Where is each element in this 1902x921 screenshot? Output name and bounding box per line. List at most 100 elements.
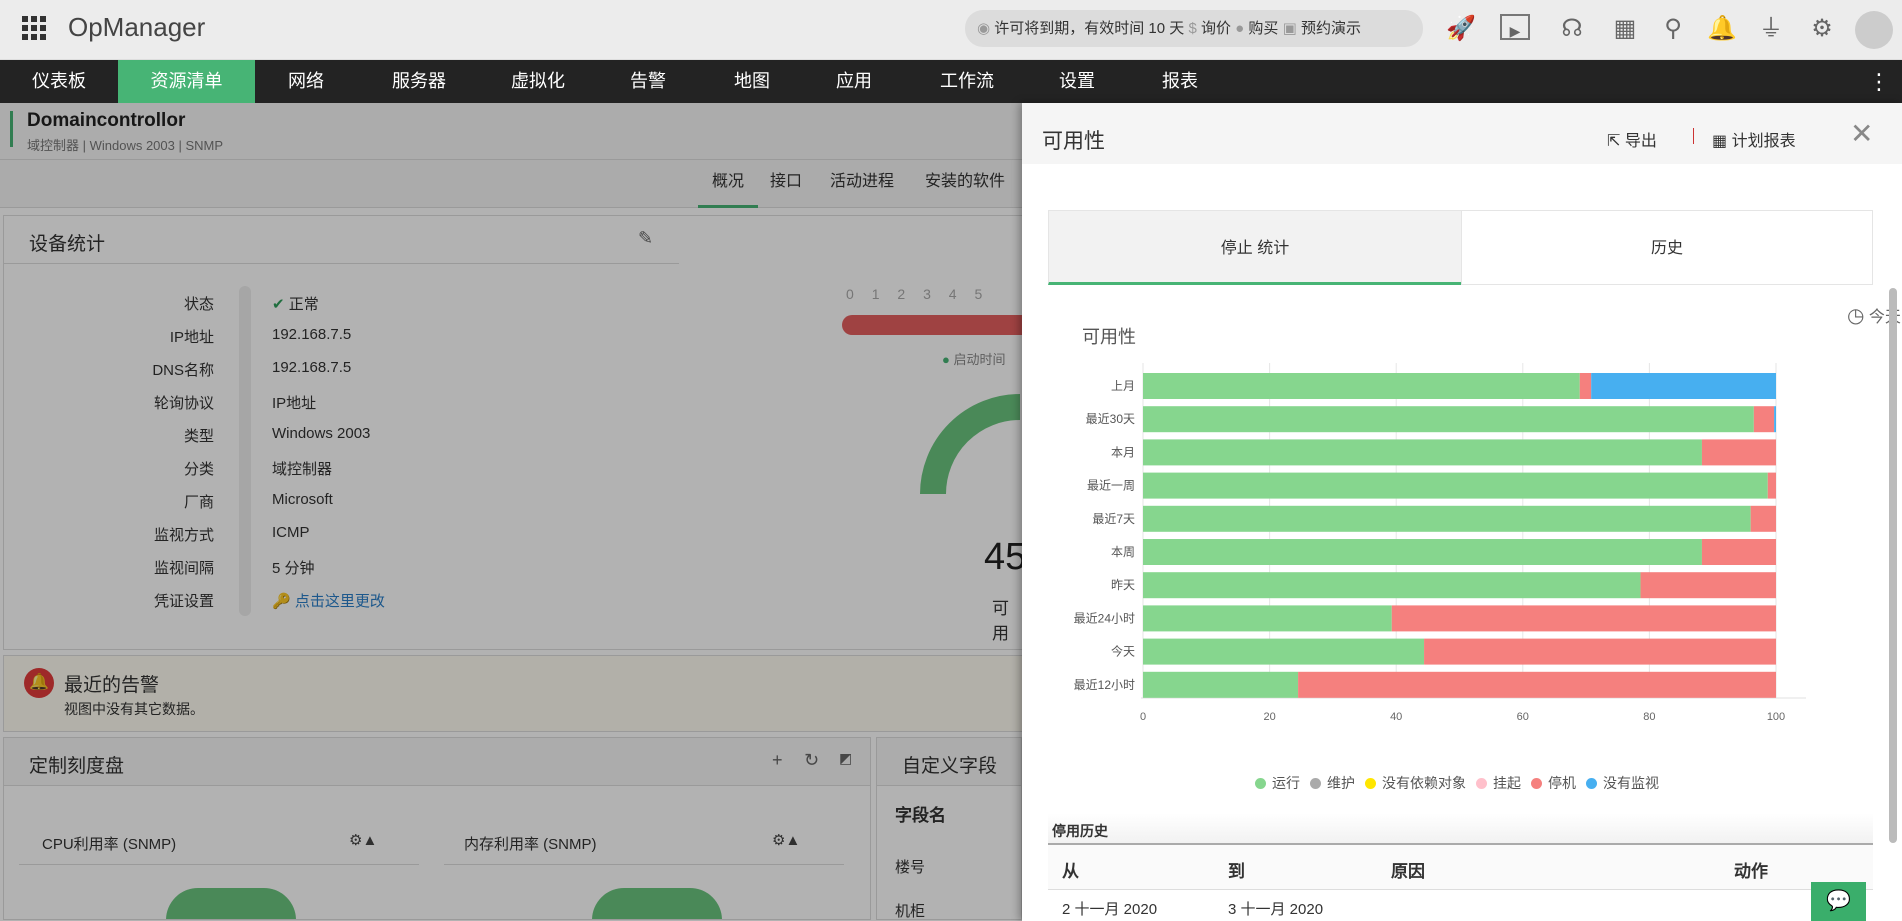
- apps-grid-icon[interactable]: [22, 16, 46, 40]
- cell-to: 3 十一月 2020: [1228, 901, 1324, 918]
- nav-settings[interactable]: 设置: [1051, 60, 1103, 103]
- nav-servers[interactable]: 服务器: [384, 60, 454, 103]
- y-tick-label: 今天: [1111, 644, 1135, 659]
- search-icon[interactable]: ⚲: [1658, 14, 1688, 44]
- price-link[interactable]: 询价: [1201, 20, 1231, 37]
- x-tick-label: 20: [1263, 711, 1275, 723]
- legend-dot-icon: [1365, 777, 1376, 789]
- nav-virtualization[interactable]: 虚拟化: [503, 60, 573, 103]
- legend-label: 挂起: [1493, 775, 1521, 791]
- bar-segment-运行: [1143, 605, 1392, 632]
- nav-alarms[interactable]: 告警: [622, 60, 674, 103]
- bar-segment-运行: [1143, 373, 1580, 399]
- bar-segment-运行: [1143, 539, 1702, 565]
- export-button[interactable]: ⇱ 导出: [1607, 127, 1657, 151]
- gift-icon[interactable]: ▦: [1610, 14, 1640, 44]
- nav-dashboard[interactable]: 仪表板: [18, 60, 100, 103]
- y-tick-label: 最近12小时: [1074, 678, 1135, 692]
- legend-item[interactable]: 没有监视: [1586, 773, 1659, 793]
- bar-segment-停机: [1753, 406, 1775, 433]
- bar-segment-停机: [1701, 539, 1776, 565]
- bar-segment-运行: [1143, 472, 1768, 499]
- license-icon: ◉: [977, 20, 991, 37]
- x-tick-label: 0: [1140, 711, 1146, 723]
- bar-segment-停机: [1767, 472, 1776, 499]
- bell-icon[interactable]: 🔔: [1707, 14, 1737, 44]
- nav-reports[interactable]: 报表: [1154, 60, 1206, 103]
- legend-item[interactable]: 没有依赖对象: [1365, 773, 1466, 793]
- tab-outage-stats[interactable]: 停止 统计: [1048, 210, 1462, 285]
- chat-button[interactable]: 💬: [1811, 882, 1866, 921]
- more-menu-icon[interactable]: ⋮: [1868, 60, 1890, 103]
- gear-icon[interactable]: ⚙: [1807, 14, 1837, 44]
- legend-dot-icon: [1586, 777, 1597, 789]
- chart-title: 可用性: [1082, 327, 1136, 347]
- nav-workflow[interactable]: 工作流: [932, 60, 1002, 103]
- cart-icon: ●: [1235, 20, 1245, 37]
- tab-history[interactable]: 历史: [1461, 210, 1873, 285]
- col-reason[interactable]: 原因: [1391, 857, 1425, 882]
- rocket-icon[interactable]: 🚀: [1446, 14, 1476, 44]
- bar-segment-没有监视: [1591, 373, 1776, 399]
- legend-item[interactable]: 运行: [1255, 773, 1300, 793]
- x-tick-label: 60: [1517, 711, 1529, 723]
- legend-item[interactable]: 停机: [1531, 773, 1576, 793]
- y-tick-label: 上月: [1111, 379, 1135, 393]
- bar-segment-运行: [1143, 439, 1702, 466]
- license-text[interactable]: 许可将到期，有效时间 10 天: [994, 20, 1184, 37]
- cell-from: 2 十一月 2020: [1062, 901, 1158, 918]
- bar-segment-运行: [1143, 572, 1641, 599]
- modal-backdrop[interactable]: [0, 103, 1022, 921]
- schedule-report-button[interactable]: ▦ 计划报表: [1712, 127, 1796, 151]
- buy-link[interactable]: 购买: [1248, 20, 1278, 37]
- y-tick-label: 昨天: [1111, 578, 1135, 592]
- chart-legend: 运行 维护 没有依赖对象 挂起 停机 没有监视: [1022, 773, 1892, 794]
- avatar[interactable]: [1855, 11, 1893, 49]
- x-tick-label: 80: [1643, 711, 1655, 723]
- bar-segment-运行: [1143, 505, 1751, 532]
- legend-item[interactable]: 维护: [1310, 773, 1355, 793]
- bar-segment-停机: [1391, 605, 1776, 632]
- y-tick-label: 最近30天: [1086, 412, 1135, 426]
- y-tick-label: 最近一周: [1087, 479, 1135, 493]
- bar-segment-运行: [1143, 671, 1299, 698]
- col-to[interactable]: 到: [1228, 857, 1245, 882]
- bar-segment-停机: [1424, 638, 1776, 665]
- nav-network[interactable]: 网络: [280, 60, 332, 103]
- x-tick-label: 100: [1767, 711, 1785, 723]
- video-icon[interactable]: ▶: [1500, 14, 1530, 40]
- col-action[interactable]: 动作: [1734, 857, 1768, 882]
- legend-dot-icon: [1310, 777, 1321, 789]
- dollar-icon: $: [1188, 20, 1197, 37]
- bar-segment-运行: [1143, 406, 1754, 433]
- bar-segment-运行: [1143, 638, 1425, 665]
- close-icon[interactable]: ✕: [1850, 117, 1873, 150]
- history-table-header: 从 到 原因 动作: [1048, 845, 1873, 890]
- bar-segment-停机: [1298, 671, 1776, 698]
- legend-label: 没有监视: [1603, 775, 1659, 791]
- demo-icon: ▣: [1282, 20, 1297, 37]
- nav-apps[interactable]: 应用: [828, 60, 880, 103]
- panel-scrollbar[interactable]: [1889, 288, 1897, 843]
- legend-item[interactable]: 挂起: [1476, 773, 1521, 793]
- legend-label: 维护: [1327, 775, 1355, 791]
- y-tick-label: 最近24小时: [1074, 611, 1135, 625]
- legend-dot-icon: [1476, 777, 1487, 789]
- nav-maps[interactable]: 地图: [726, 60, 778, 103]
- panel-title: 可用性: [1042, 130, 1105, 153]
- calendar-icon: ▦: [1712, 133, 1728, 150]
- y-tick-label: 最近7天: [1092, 512, 1135, 526]
- demo-link[interactable]: 预约演示: [1301, 20, 1361, 37]
- plug-icon[interactable]: ⏚: [1756, 14, 1786, 44]
- col-from[interactable]: 从: [1062, 857, 1079, 882]
- bar-segment-停机: [1701, 439, 1776, 466]
- clock-icon: ◷: [1847, 305, 1865, 327]
- app-logo: OpManager: [68, 12, 206, 42]
- legend-label: 没有依赖对象: [1382, 775, 1466, 791]
- export-icon: ⇱: [1607, 133, 1621, 150]
- nav-inventory[interactable]: 资源清单: [118, 60, 255, 103]
- headset-icon[interactable]: ☊: [1557, 14, 1587, 44]
- outage-history-title: 停用历史: [1052, 823, 1108, 839]
- availability-panel: 可用性 ⇱ 导出 ▦ 计划报表 ✕ 停止 统计 历史 ◷ 今天 可用性 0 20 4…: [1022, 103, 1902, 921]
- y-tick-label: 本周: [1111, 545, 1135, 559]
